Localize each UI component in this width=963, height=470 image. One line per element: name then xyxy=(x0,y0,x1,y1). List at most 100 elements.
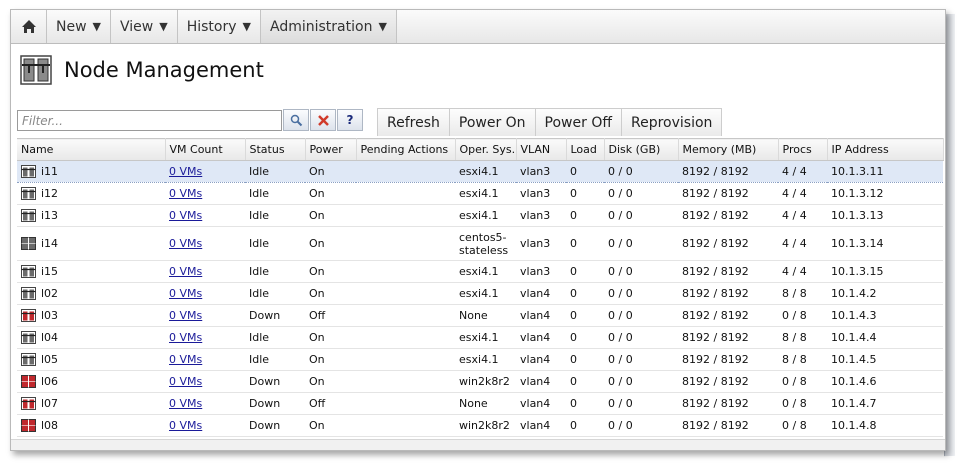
cell-ip: 10.1.3.13 xyxy=(827,204,943,227)
node-gray-icon xyxy=(21,287,36,300)
cell-pending xyxy=(356,182,455,205)
cell-ip: 10.1.3.15 xyxy=(827,260,943,283)
column-header-load[interactable]: Load xyxy=(566,138,605,161)
power-on-button[interactable]: Power On xyxy=(448,108,536,136)
cell-power: On xyxy=(305,370,356,393)
table-row[interactable]: l06 0 VMs Down On win2k8r2 vlan4 0 0 / 0 8192 / … xyxy=(17,370,943,393)
table-body: i11 0 VMs Idle On esxi4.1 vlan3 0 0 / 0 8192 / 8… xyxy=(17,160,943,437)
cell-name: i14 xyxy=(17,226,165,261)
cell-status: Idle xyxy=(245,226,305,261)
node-gray-icon xyxy=(21,237,36,250)
home-button[interactable] xyxy=(11,10,47,43)
chevron-down-icon: ▼ xyxy=(92,20,102,33)
cell-load: 0 xyxy=(566,392,604,415)
nav-administration-menu[interactable]: Administration ▼ xyxy=(261,10,397,43)
cell-ip: 10.1.4.6 xyxy=(827,370,943,393)
cell-ip: 10.1.4.8 xyxy=(827,414,943,437)
table-row[interactable]: i14 0 VMs Idle On centos5-stateless vlan3 0 0 /… xyxy=(17,226,943,261)
column-header-status[interactable]: Status xyxy=(245,138,306,161)
power-off-button[interactable]: Power Off xyxy=(534,108,622,136)
vm-count-link[interactable]: 0 VMs xyxy=(169,209,202,222)
cell-power: On xyxy=(305,348,356,371)
cell-vm-count: 0 VMs xyxy=(165,326,245,349)
cell-vlan: vlan4 xyxy=(516,304,566,327)
column-header-vlan[interactable]: VLAN xyxy=(516,138,567,161)
cell-power: On xyxy=(305,226,356,261)
vm-count-link[interactable]: 0 VMs xyxy=(169,419,202,432)
table-row[interactable]: l05 0 VMs Idle On esxi4.1 vlan4 0 0 / 0 8192 / 8… xyxy=(17,348,943,371)
nav-view-label: View xyxy=(120,18,154,35)
vm-count-link[interactable]: 0 VMs xyxy=(169,309,202,322)
cell-os: None xyxy=(455,392,516,415)
vm-count-link[interactable]: 0 VMs xyxy=(169,353,202,366)
cell-os: centos5-stateless xyxy=(455,226,516,261)
column-header-name[interactable]: Name xyxy=(17,138,166,161)
vm-count-link[interactable]: 0 VMs xyxy=(169,187,202,200)
column-header-procs[interactable]: Procs xyxy=(778,138,828,161)
table-row[interactable]: i12 0 VMs Idle On esxi4.1 vlan3 0 0 / 0 8192 / 8… xyxy=(17,182,943,205)
cell-disk: 0 / 0 xyxy=(604,392,678,415)
table-row[interactable]: l03 0 VMs Down Off None vlan4 0 0 / 0 8192 / 819… xyxy=(17,304,943,327)
column-header-memory[interactable]: Memory (MB) xyxy=(678,138,779,161)
cell-status: Idle xyxy=(245,348,305,371)
cell-memory: 8192 / 8192 xyxy=(678,282,778,305)
cell-disk: 0 / 0 xyxy=(604,326,678,349)
nav-view-menu[interactable]: View ▼ xyxy=(111,10,178,43)
node-gray-icon xyxy=(21,209,36,222)
horizontal-scrollbar[interactable] xyxy=(11,439,945,450)
cell-ip: 10.1.3.11 xyxy=(827,160,943,183)
cell-disk: 0 / 0 xyxy=(604,414,678,437)
cell-power: On xyxy=(305,260,356,283)
table-row[interactable]: i13 0 VMs Idle On esxi4.1 vlan3 0 0 / 0 8192 / 8… xyxy=(17,204,943,227)
column-header-vm-count[interactable]: VM Count xyxy=(165,138,246,161)
cell-pending xyxy=(356,414,455,437)
cell-procs: 4 / 4 xyxy=(778,226,827,261)
table-row[interactable]: l07 0 VMs Down Off None vlan4 0 0 / 0 8192 / 819… xyxy=(17,392,943,415)
home-icon xyxy=(21,20,36,33)
nav-new-menu[interactable]: New ▼ xyxy=(47,10,112,43)
cell-ip: 10.1.4.3 xyxy=(827,304,943,327)
cell-vlan: vlan3 xyxy=(516,160,566,183)
node-table: Name VM Count Status Power Pending Actions Op… xyxy=(17,138,944,437)
refresh-button[interactable]: Refresh xyxy=(377,108,450,136)
vm-count-link[interactable]: 0 VMs xyxy=(169,237,202,250)
node-gray-icon xyxy=(21,187,36,200)
cell-os: win2k8r2 xyxy=(455,370,516,393)
column-header-disk[interactable]: Disk (GB) xyxy=(604,138,679,161)
cell-os: win2k8r2 xyxy=(455,414,516,437)
table-row[interactable]: i15 0 VMs Idle On esxi4.1 vlan3 0 0 / 0 8192 / 8… xyxy=(17,260,943,283)
reprovision-button[interactable]: Reprovision xyxy=(621,108,723,136)
chevron-down-icon: ▼ xyxy=(242,20,251,33)
table-row[interactable]: i11 0 VMs Idle On esxi4.1 vlan3 0 0 / 0 8192 / 8… xyxy=(17,160,943,183)
cell-ip: 10.1.3.14 xyxy=(827,226,943,261)
node-red-icon xyxy=(21,309,36,322)
cell-vm-count: 0 VMs xyxy=(165,414,245,437)
column-header-pending-actions[interactable]: Pending Actions xyxy=(356,138,456,161)
table-row[interactable]: l04 0 VMs Idle On esxi4.1 vlan4 0 0 / 0 8192 / 8… xyxy=(17,326,943,349)
close-icon xyxy=(317,114,329,126)
cell-pending xyxy=(356,326,455,349)
vm-count-link[interactable]: 0 VMs xyxy=(169,265,202,278)
vm-count-link[interactable]: 0 VMs xyxy=(169,331,202,344)
nav-history-menu[interactable]: History ▼ xyxy=(178,10,261,43)
node-name: i11 xyxy=(41,165,59,178)
filter-input[interactable] xyxy=(17,110,282,131)
vm-count-link[interactable]: 0 VMs xyxy=(169,397,202,410)
cell-disk: 0 / 0 xyxy=(604,348,678,371)
cell-ip: 10.1.3.12 xyxy=(827,182,943,205)
cell-power: Off xyxy=(305,392,356,415)
filter-clear-button[interactable] xyxy=(310,109,336,131)
cell-procs: 4 / 4 xyxy=(778,182,827,205)
vm-count-link[interactable]: 0 VMs xyxy=(169,287,202,300)
node-gray-icon xyxy=(21,165,36,178)
column-header-power[interactable]: Power xyxy=(305,138,357,161)
table-row[interactable]: l08 0 VMs Down On win2k8r2 vlan4 0 0 / 0 8192 / … xyxy=(17,414,943,437)
vm-count-link[interactable]: 0 VMs xyxy=(169,165,202,178)
filter-search-button[interactable] xyxy=(283,109,309,131)
column-header-oper-sys[interactable]: Oper. Sys. xyxy=(455,138,517,161)
vm-count-link[interactable]: 0 VMs xyxy=(169,375,202,388)
cell-load: 0 xyxy=(566,326,604,349)
help-button[interactable]: ? xyxy=(337,109,363,131)
column-header-ip-address[interactable]: IP Address xyxy=(827,138,944,161)
table-row[interactable]: l02 0 VMs Idle On esxi4.1 vlan4 0 0 / 0 8192 / 8… xyxy=(17,282,943,305)
